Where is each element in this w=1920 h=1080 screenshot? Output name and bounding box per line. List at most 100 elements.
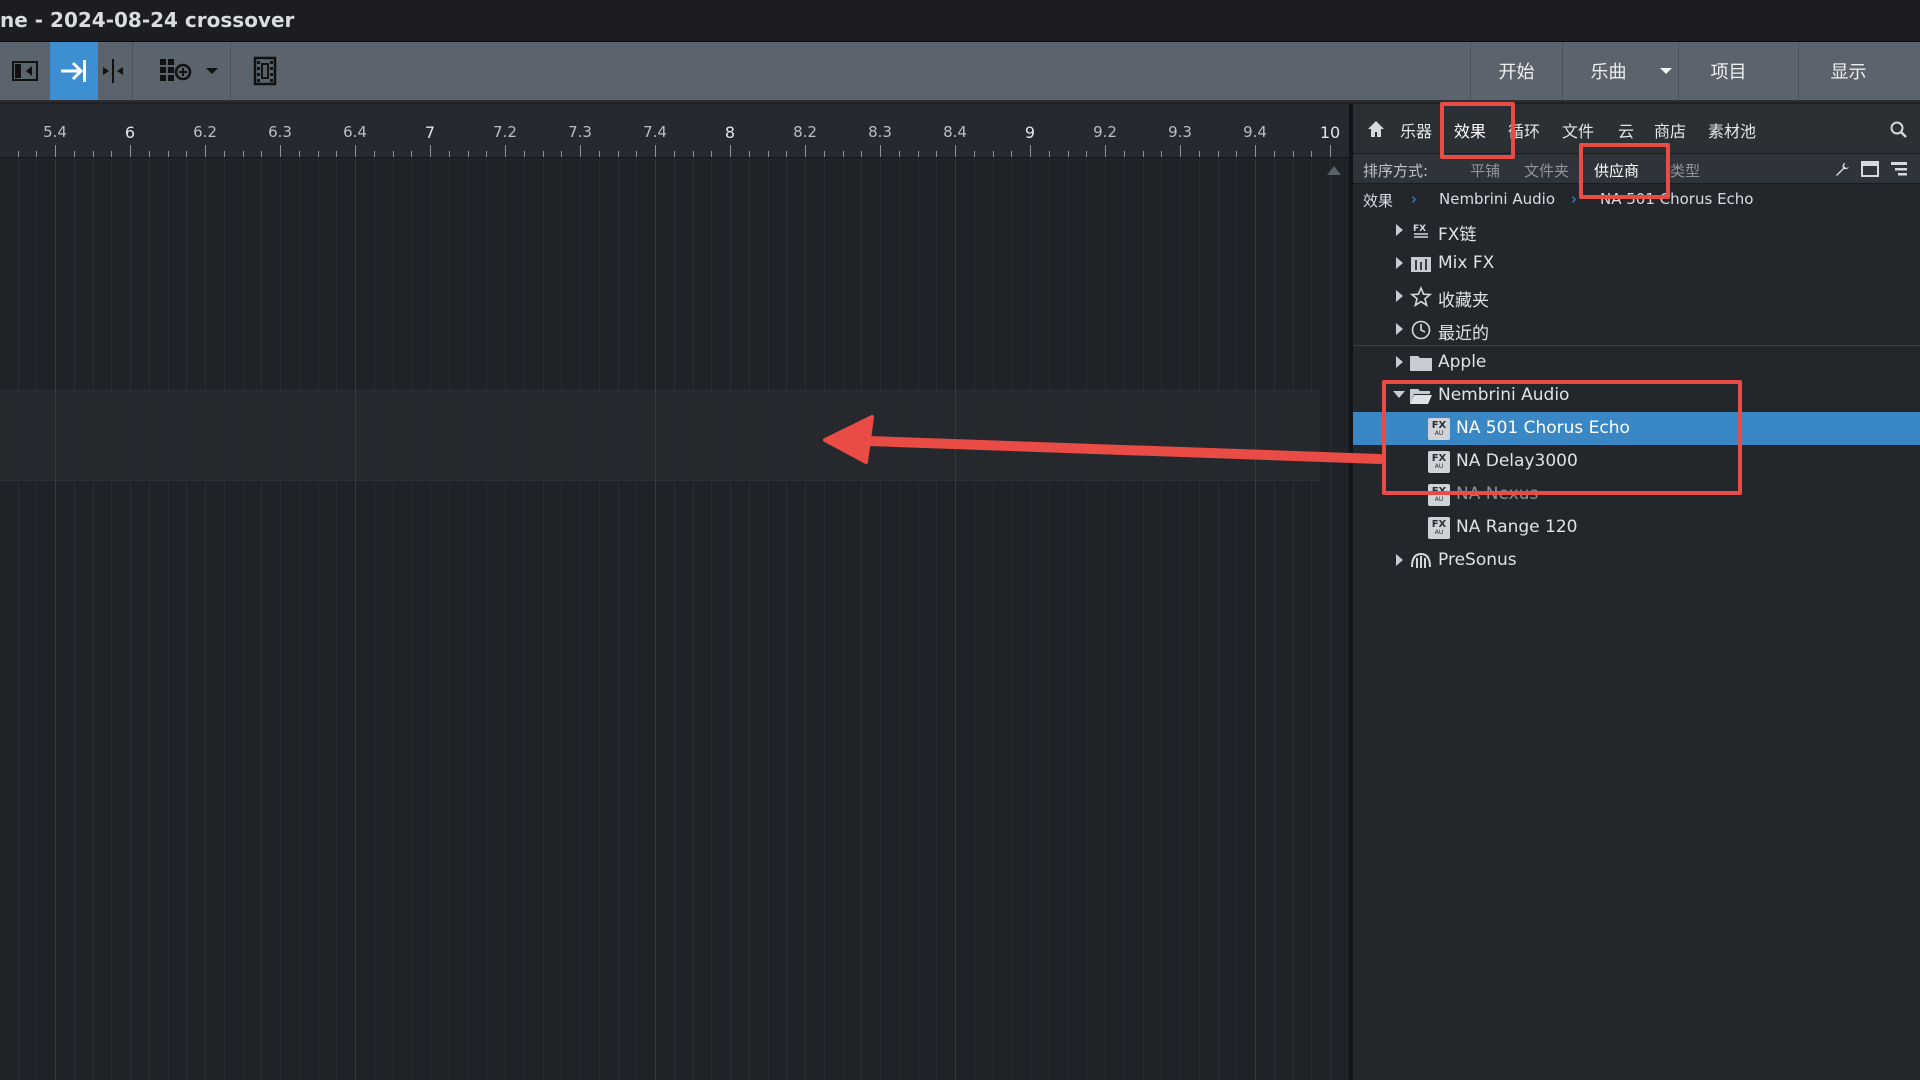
fx-au-icon: FX AU [1427,517,1451,539]
svg-text:FX: FX [1413,224,1426,234]
ruler-label: 5.4 [43,123,67,141]
plugin-item[interactable]: FX AU NA Nexus [1353,478,1920,511]
project-button[interactable]: 项目 [1678,42,1778,100]
presonus-icon [1409,550,1433,572]
tree-item-label: Mix FX [1438,253,1495,273]
film-strip-icon [253,56,277,86]
tab-effects[interactable]: 效果 [1454,118,1486,142]
fx-au-icon: FX AU [1427,451,1451,473]
arrange-grid[interactable] [0,159,1331,1080]
split-tool-button[interactable] [98,42,128,100]
ruler-label: 7.4 [643,123,667,141]
tree-item-label: NA Range 120 [1456,517,1578,537]
video-button[interactable] [245,42,285,100]
timeline-ruler[interactable]: 5.4 6 6.2 6.3 6.4 7 7.2 7.3 7.4 8 8.2 8.3 8.4 9 9.2 9.3… [0,104,1349,158]
chevron-down-icon [206,68,218,74]
disclosure-open-icon[interactable] [1393,391,1405,398]
grid-plus-icon [160,59,192,81]
plugin-item[interactable]: FX AU NA 501 Chorus Echo [1353,412,1920,445]
breadcrumb-vendor[interactable]: Nembrini Audio [1439,190,1555,208]
ruler-label: 9 [1024,123,1036,142]
home-icon[interactable] [1367,120,1385,138]
disclosure-closed-icon[interactable] [1396,224,1403,236]
mix-fx-icon [1409,253,1433,275]
sort-vendor[interactable]: 供应商 [1594,160,1639,181]
ruler-label: 9.3 [1168,123,1192,141]
snap-to-button[interactable] [50,42,98,100]
tree-item-label: PreSonus [1438,550,1517,570]
tree-item-label: NA Delay3000 [1456,451,1578,471]
tab-loops[interactable]: 循环 [1508,118,1540,142]
start-button[interactable]: 开始 [1470,42,1562,100]
disclosure-closed-icon[interactable] [1396,290,1403,302]
disclosure-closed-icon[interactable] [1396,356,1403,368]
ruler-label: 6.2 [193,123,217,141]
tree-item-label: 最近的 [1438,324,1489,344]
tree-folder[interactable]: Apple [1353,346,1920,379]
fx-au-icon: FX AU [1427,484,1451,506]
wrench-icon[interactable] [1834,161,1850,177]
ruler-label: 9.4 [1243,123,1267,141]
ruler-label: 7 [424,123,436,142]
breadcrumb-effects[interactable]: 效果 [1363,190,1393,211]
disclosure-closed-icon[interactable] [1396,257,1403,269]
tree-folder[interactable]: 最近的 [1353,313,1920,346]
tree-item-label: Apple [1438,352,1487,372]
tab-instruments[interactable]: 乐器 [1400,118,1432,142]
tree-item-label: Nembrini Audio [1438,385,1570,405]
ruler-label: 8.2 [793,123,817,141]
window-view-icon[interactable] [1861,161,1879,177]
ruler-label: 8.4 [943,123,967,141]
chevron-down-icon [1660,68,1672,74]
track-lane[interactable] [0,390,1320,481]
arrow-right-bar-icon [61,60,86,82]
star-icon [1409,286,1433,308]
tree-folder[interactable]: Nembrini Audio [1353,379,1920,412]
disclosure-closed-icon[interactable] [1396,323,1403,335]
ruler-label: 10 [1319,123,1341,142]
sort-bar: 排序方式: 平铺 文件夹 供应商 类型 [1353,154,1920,184]
tree-folder[interactable]: Mix FX [1353,247,1920,280]
browser-panel: 乐器 效果 循环 文件 云 商店 素材池 排序方式: 平铺 文件夹 供应商 类型… [1353,104,1920,1080]
song-button[interactable]: 乐曲 [1562,42,1654,100]
window-title: ne - 2024-08-24 crossover [0,8,295,32]
browser-tabs: 乐器 效果 循环 文件 云 商店 素材池 [1353,104,1920,154]
ruler-label: 7.2 [493,123,517,141]
tree-item-label: NA Nexus [1456,484,1539,504]
show-button[interactable]: 显示 [1798,42,1898,100]
fx-chain-icon: FX [1409,220,1433,242]
disclosure-closed-icon[interactable] [1396,554,1403,566]
sort-type[interactable]: 类型 [1670,160,1700,181]
sort-label: 排序方式: [1363,162,1429,180]
ruler-label: 7.3 [568,123,592,141]
tree-folder[interactable]: FX FX链 [1353,214,1920,247]
breadcrumb: 效果 › Nembrini Audio › NA 501 Chorus Echo [1353,185,1920,213]
scroll-up-icon[interactable] [1327,166,1341,175]
track-list-icon [12,61,38,81]
folder-icon [1409,352,1433,374]
track-list-toggle-button[interactable] [0,42,50,100]
chevron-right-icon: › [1571,190,1577,208]
sort-flat[interactable]: 平铺 [1470,160,1500,181]
tree-folder[interactable]: 收藏夹 [1353,280,1920,313]
grid-dropdown-button[interactable] [200,42,224,100]
arrange-view[interactable]: 5.4 6 6.2 6.3 6.4 7 7.2 7.3 7.4 8 8.2 8.3 8.4 9 9.2 9.3… [0,104,1349,1080]
split-icon [103,59,123,83]
search-icon[interactable] [1890,121,1908,139]
title-bar: ne - 2024-08-24 crossover [0,0,1920,42]
list-view-icon[interactable] [1890,161,1908,177]
plugin-item[interactable]: FX AU NA Delay3000 [1353,445,1920,478]
tab-pool[interactable]: 素材池 [1708,118,1756,142]
ruler-label: 9.2 [1093,123,1117,141]
tab-shop[interactable]: 商店 [1654,118,1686,142]
song-dropdown-button[interactable] [1654,42,1678,100]
tab-files[interactable]: 文件 [1562,118,1594,142]
tab-cloud[interactable]: 云 [1618,118,1634,142]
ruler-label: 6.3 [268,123,292,141]
breadcrumb-plugin[interactable]: NA 501 Chorus Echo [1600,190,1753,208]
tree-folder[interactable]: PreSonus [1353,544,1920,577]
sort-folder[interactable]: 文件夹 [1524,160,1569,181]
grid-settings-button[interactable] [150,42,200,100]
plugin-item[interactable]: FX AU NA Range 120 [1353,511,1920,544]
fx-au-icon: FX AU [1427,418,1451,440]
